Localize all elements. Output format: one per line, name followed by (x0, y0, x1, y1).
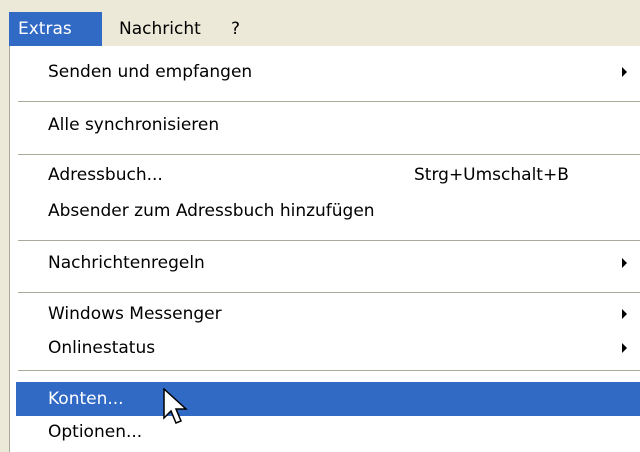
menu-item-senden-und-empfangen[interactable]: Senden und empfangen (16, 56, 640, 88)
menu-item-label: Nachrichtenregeln (48, 253, 205, 273)
menu-item-label: Konten... (48, 389, 124, 409)
menu-item-optionen[interactable]: Optionen... (16, 416, 640, 448)
mouse-cursor-icon (163, 388, 188, 424)
menu-item-label: Senden und empfangen (48, 62, 253, 82)
submenu-arrow-icon (622, 309, 627, 319)
menu-item-adressbuch[interactable]: Adressbuch... Strg+Umschalt+B (16, 159, 640, 191)
menu-item-windows-messenger[interactable]: Windows Messenger (16, 298, 640, 330)
menu-item-label: Windows Messenger (48, 304, 222, 324)
menu-nachricht[interactable]: Nachricht (110, 12, 210, 46)
menu-separator (18, 154, 640, 155)
menu-item-label: Onlinestatus (48, 338, 156, 358)
submenu-arrow-icon (622, 258, 627, 268)
menu-item-absender-zum-adressbuch[interactable]: Absender zum Adressbuch hinzufügen (16, 195, 640, 227)
menu-bar: Extras Nachricht ? (0, 0, 640, 46)
menu-item-onlinestatus[interactable]: Onlinestatus (16, 332, 640, 364)
menu-separator (18, 101, 640, 102)
submenu-arrow-icon (622, 67, 627, 77)
menu-separator (18, 292, 640, 293)
menu-item-shortcut: Strg+Umschalt+B (414, 165, 569, 185)
menu-item-nachrichtenregeln[interactable]: Nachrichtenregeln (16, 247, 640, 279)
menu-item-label: Optionen... (48, 422, 143, 442)
menu-extras[interactable]: Extras (9, 12, 102, 46)
extras-dropdown-menu: Senden und empfangen Alle synchronisiere… (9, 46, 640, 452)
submenu-arrow-icon (622, 343, 627, 353)
menu-item-konten[interactable]: Konten... (16, 382, 640, 416)
menu-separator (18, 240, 640, 241)
menu-help[interactable]: ? (222, 12, 249, 46)
menu-item-label: Adressbuch... (48, 165, 163, 185)
menu-item-alle-synchronisieren[interactable]: Alle synchronisieren (16, 109, 640, 141)
menu-item-label: Absender zum Adressbuch hinzufügen (48, 201, 375, 221)
menu-item-label: Alle synchronisieren (48, 115, 220, 135)
menu-separator (18, 370, 640, 371)
